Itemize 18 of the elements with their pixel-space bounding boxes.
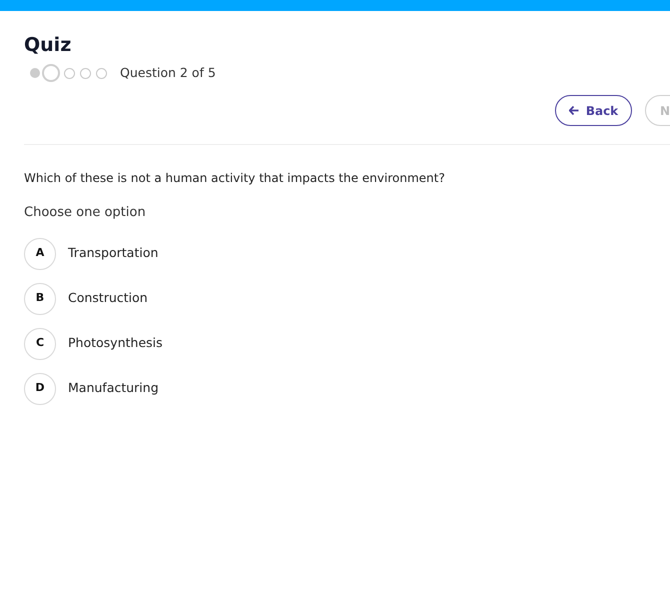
instruction-text: Choose one option <box>24 204 146 222</box>
option-text: Photosynthesis <box>68 334 163 352</box>
progress-label: Question 2 of 5 <box>120 64 216 82</box>
answer-option[interactable]: D Manufacturing <box>24 372 159 404</box>
option-text: Transportation <box>68 244 158 262</box>
quiz-title: Quiz <box>24 33 72 57</box>
answer-option[interactable]: A Transportation <box>24 238 158 270</box>
question-text: Which of these is not a human activity that impacts the environment? <box>24 170 445 187</box>
back-button[interactable]: Back <box>555 95 632 126</box>
option-letter: D <box>24 372 56 404</box>
option-text: Construction <box>68 289 148 308</box>
option-letter: C <box>24 328 56 360</box>
answer-option[interactable]: B Construction <box>24 282 148 314</box>
option-text: Manufacturing <box>68 379 159 398</box>
left-arrow-icon <box>568 106 579 115</box>
option-letter: A <box>24 238 56 270</box>
option-letter: B <box>24 282 56 314</box>
answer-option[interactable]: C Photosynthesis <box>24 328 163 360</box>
